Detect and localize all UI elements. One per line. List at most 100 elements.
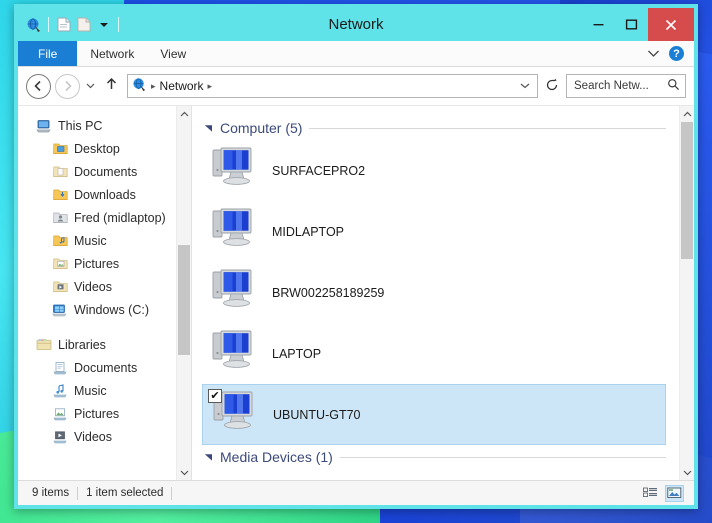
address-bar: ▸ Network ▸: [18, 67, 694, 106]
close-button[interactable]: [648, 8, 694, 41]
sidebar-item-label: Fred (midlaptop): [74, 211, 166, 225]
sidebar-item-music[interactable]: Music: [18, 229, 191, 252]
documents-library-icon: [52, 360, 68, 376]
qat-separator-2: [118, 17, 119, 32]
group-header-computer[interactable]: Computer (5): [202, 116, 678, 140]
sidebar-item-label: Pictures: [74, 257, 119, 271]
refresh-button[interactable]: [542, 78, 562, 95]
pictures-folder-icon: [52, 256, 68, 272]
content-scroll-thumb[interactable]: [681, 122, 693, 259]
scroll-up-icon[interactable]: [177, 106, 191, 122]
sidebar-item-library-music[interactable]: Music: [18, 379, 191, 402]
collapse-triangle-icon[interactable]: [204, 452, 213, 463]
recent-locations-icon[interactable]: [84, 81, 97, 91]
libraries-icon: [36, 337, 52, 353]
sidebar-item-library-documents[interactable]: Documents: [18, 356, 191, 379]
list-item-selected[interactable]: ✔ UBUNTU-GT70: [202, 384, 666, 445]
sidebar-item-documents[interactable]: Documents: [18, 160, 191, 183]
sidebar-item-windows-c[interactable]: Windows (C:): [18, 298, 191, 321]
new-folder-icon[interactable]: [75, 16, 92, 33]
videos-library-icon: [52, 429, 68, 445]
customize-quick-access-icon[interactable]: [95, 16, 112, 33]
scroll-down-icon[interactable]: [680, 464, 694, 480]
sidebar-item-label: Documents: [74, 165, 137, 179]
up-button[interactable]: [101, 77, 121, 95]
ribbon-right-controls: ?: [647, 41, 694, 66]
sidebar-scroll-track[interactable]: [177, 122, 191, 464]
list-item[interactable]: LAPTOP: [202, 323, 678, 384]
ribbon-tab-bar: File Network View ?: [18, 41, 694, 67]
this-pc-icon: [36, 118, 52, 134]
collapse-triangle-icon[interactable]: [204, 123, 213, 134]
sidebar-item-label: Libraries: [58, 338, 106, 352]
minimize-button[interactable]: [582, 8, 615, 41]
qat-separator: [48, 17, 49, 32]
search-icon[interactable]: [667, 78, 680, 94]
maximize-button[interactable]: [615, 8, 648, 41]
list-item[interactable]: MIDLAPTOP: [202, 201, 678, 262]
list-item-label: SURFACEPRO2: [272, 164, 365, 178]
downloads-folder-icon: [52, 187, 68, 203]
group-title: Computer (5): [220, 120, 302, 136]
network-icon: [132, 77, 147, 95]
sidebar-item-label: Videos: [74, 430, 112, 444]
sidebar-item-libraries[interactable]: Libraries: [18, 333, 191, 356]
tab-file[interactable]: File: [18, 41, 77, 66]
sidebar-item-label: Windows (C:): [74, 303, 149, 317]
status-bar: 9 items 1 item selected: [18, 480, 694, 505]
videos-folder-icon: [52, 279, 68, 295]
sidebar-item-pictures[interactable]: Pictures: [18, 252, 191, 275]
forward-button[interactable]: [55, 74, 80, 99]
large-icons-view-button[interactable]: [665, 485, 684, 502]
list-item[interactable]: BRW002258189259: [202, 262, 678, 323]
sidebar-item-library-pictures[interactable]: Pictures: [18, 402, 191, 425]
help-icon[interactable]: ?: [669, 46, 684, 61]
scroll-up-icon[interactable]: [680, 106, 694, 122]
list-item-label: LAPTOP: [272, 347, 321, 361]
title-bar[interactable]: Network: [18, 8, 694, 41]
sidebar-item-this-pc[interactable]: This PC: [18, 114, 191, 137]
documents-folder-icon: [52, 164, 68, 180]
sidebar-item-label: Videos: [74, 280, 112, 294]
tab-network[interactable]: Network: [77, 41, 147, 66]
breadcrumb[interactable]: ▸ Network ▸: [127, 74, 538, 98]
group-divider: [340, 457, 666, 458]
properties-icon[interactable]: [55, 16, 72, 33]
scroll-down-icon[interactable]: [177, 464, 191, 480]
search-box[interactable]: [566, 74, 686, 98]
sidebar-item-videos[interactable]: Videos: [18, 275, 191, 298]
breadcrumb-separator-1[interactable]: ▸: [208, 81, 213, 92]
sidebar-item-desktop[interactable]: Desktop: [18, 137, 191, 160]
sidebar-scroll-thumb[interactable]: [178, 245, 190, 354]
content-scrollbar[interactable]: [679, 106, 694, 480]
desktop-folder-icon: [52, 141, 68, 157]
computer-icon: [210, 207, 260, 256]
file-list-pane: Computer (5): [191, 106, 694, 480]
network-icon[interactable]: [25, 16, 42, 33]
back-button[interactable]: [26, 74, 51, 99]
tab-view[interactable]: View: [147, 41, 199, 66]
sidebar-item-label: This PC: [58, 119, 102, 133]
sidebar-item-downloads[interactable]: Downloads: [18, 183, 191, 206]
list-item-label: UBUNTU-GT70: [273, 408, 361, 422]
search-input[interactable]: [572, 79, 667, 93]
sidebar-scrollbar[interactable]: [176, 106, 191, 480]
group-header-media-devices[interactable]: Media Devices (1): [202, 445, 678, 469]
sidebar-item-library-videos[interactable]: Videos: [18, 425, 191, 448]
details-view-button[interactable]: [641, 485, 660, 502]
content-scroll-track[interactable]: [680, 122, 694, 464]
file-explorer-window: Network File Network View: [14, 4, 698, 509]
item-count-label: 9 items: [24, 487, 77, 499]
list-item-label: MIDLAPTOP: [272, 225, 344, 239]
selection-checkbox[interactable]: ✔: [208, 389, 222, 403]
chevron-down-icon[interactable]: [647, 47, 660, 61]
breadcrumb-item-network[interactable]: Network: [160, 79, 204, 93]
sidebar-item-fred-midlaptop[interactable]: Fred (midlaptop): [18, 206, 191, 229]
breadcrumb-dropdown-icon[interactable]: [520, 81, 533, 91]
sidebar-item-label: Documents: [74, 361, 137, 375]
music-library-icon: [52, 383, 68, 399]
computer-icon: [210, 329, 260, 378]
navigation-pane: This PC Desktop Docume: [18, 106, 191, 480]
list-item[interactable]: SURFACEPRO2: [202, 140, 678, 201]
sidebar-item-label: Desktop: [74, 142, 120, 156]
